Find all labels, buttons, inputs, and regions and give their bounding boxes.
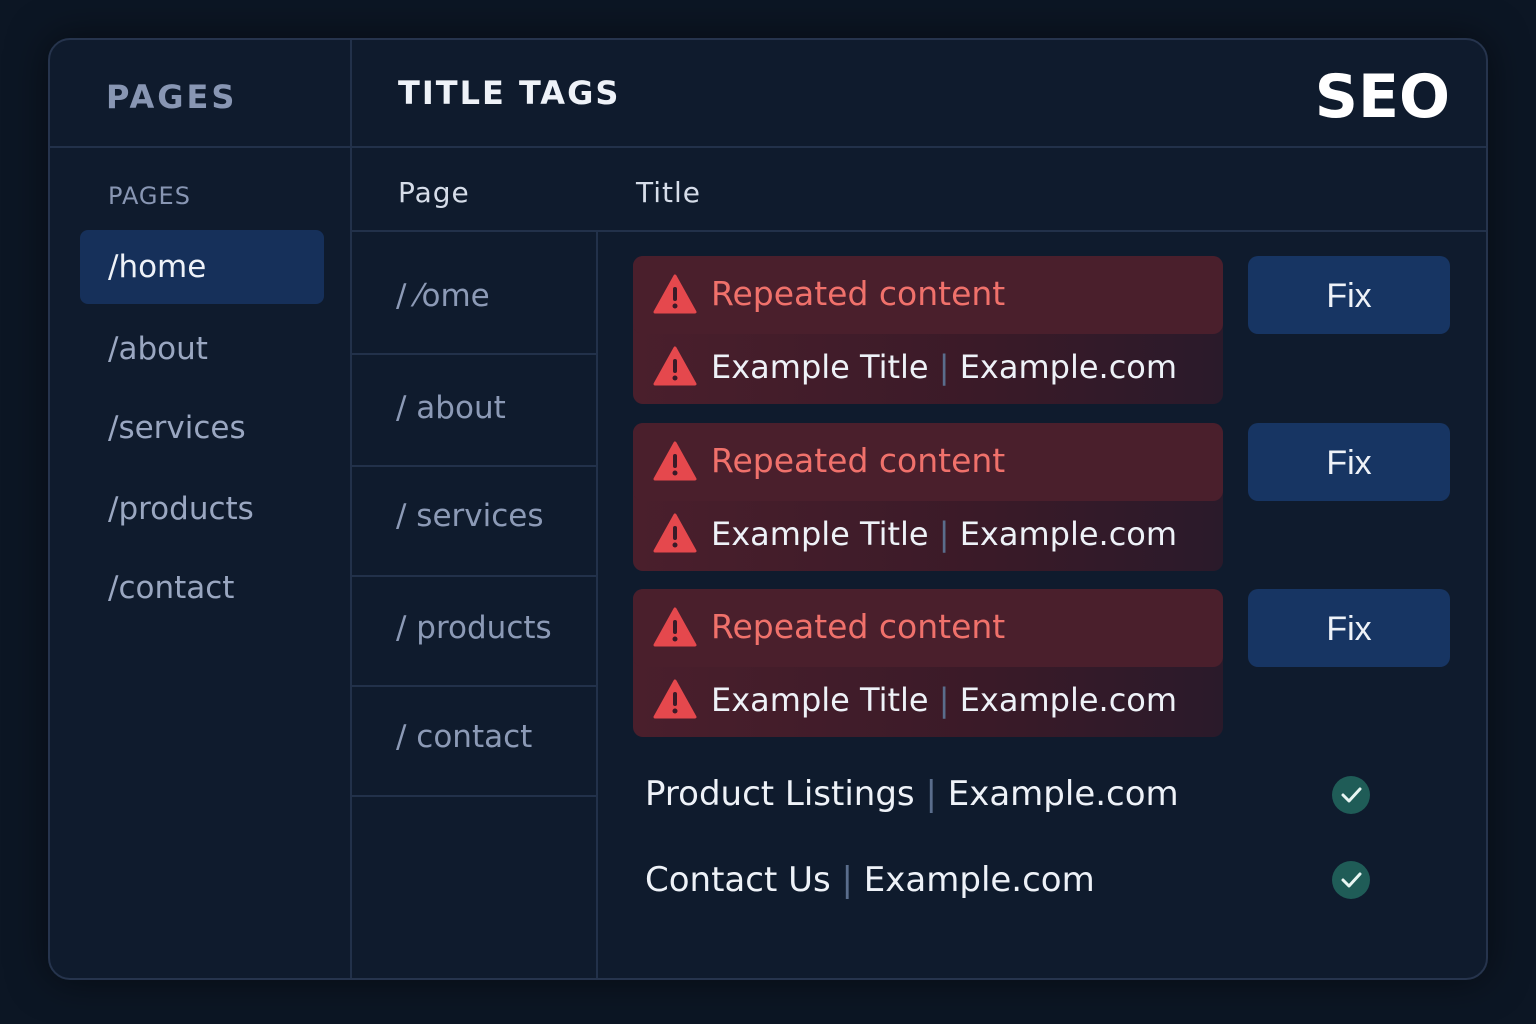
- site-text: Example.com: [959, 681, 1178, 719]
- sidebar-item-home[interactable]: /home: [80, 230, 324, 304]
- warning-triangle-icon: [653, 441, 697, 481]
- fix-button[interactable]: Fix: [1248, 423, 1450, 501]
- warning-triangle-icon: [653, 607, 697, 647]
- title-separator: |: [925, 774, 937, 814]
- page-row-divider: [352, 575, 596, 577]
- issue-title-tag: Example Title | Example.com: [711, 681, 1177, 719]
- seo-logo: SEO: [1314, 62, 1450, 132]
- sidebar-item-about[interactable]: /about: [80, 312, 324, 386]
- title-text: Product Listings: [645, 774, 915, 814]
- issue-label: Repeated content: [711, 607, 1006, 646]
- warning-triangle-icon: [653, 274, 697, 314]
- issue-card: Repeated content Example Title | Example…: [633, 589, 1223, 737]
- page-cell-about[interactable]: / about: [396, 390, 506, 426]
- page-row-divider: [352, 795, 596, 797]
- page-column-divider: [596, 232, 598, 978]
- title-separator: |: [938, 348, 950, 386]
- seo-window: PAGES PAGES /home /about /services /prod…: [48, 38, 1488, 980]
- title-separator: |: [841, 860, 853, 900]
- title-row-ok: Product Listings | Example.com: [645, 774, 1179, 814]
- page-row-divider: [352, 685, 596, 687]
- title-separator: |: [938, 681, 950, 719]
- page-row-divider: [352, 353, 596, 355]
- column-header-page: Page: [398, 176, 470, 209]
- title-text: Example Title: [711, 681, 929, 719]
- fix-button[interactable]: Fix: [1248, 256, 1450, 334]
- page-cell-services[interactable]: / services: [396, 498, 544, 534]
- title-separator: |: [938, 515, 950, 553]
- site-text: Example.com: [959, 348, 1178, 386]
- page-cell-products[interactable]: / products: [396, 610, 552, 646]
- page-row-divider: [352, 465, 596, 467]
- site-text: Example.com: [863, 860, 1095, 900]
- sidebar-item-services[interactable]: /services: [80, 391, 324, 465]
- page-title: TITLE TAGS: [398, 74, 621, 112]
- title-row-ok: Contact Us | Example.com: [645, 860, 1095, 900]
- page-cell-home[interactable]: / ⁄ome: [396, 278, 490, 314]
- title-text: Contact Us: [645, 860, 831, 900]
- issue-title-tag: Example Title | Example.com: [711, 348, 1177, 386]
- warning-triangle-icon: [653, 513, 697, 553]
- sidebar-item-products[interactable]: /products: [80, 472, 324, 546]
- title-text: Example Title: [711, 515, 929, 553]
- check-circle-icon: [1332, 776, 1370, 814]
- check-circle-icon: [1332, 861, 1370, 899]
- site-text: Example.com: [947, 774, 1179, 814]
- sidebar-subtitle: PAGES: [108, 182, 191, 210]
- sidebar-title: PAGES: [106, 78, 238, 116]
- sidebar-divider: [350, 40, 352, 978]
- warning-triangle-icon: [653, 679, 697, 719]
- issue-card: Repeated content Example Title | Example…: [633, 423, 1223, 571]
- fix-button[interactable]: Fix: [1248, 589, 1450, 667]
- header-divider: [50, 146, 1486, 148]
- issue-title-tag: Example Title | Example.com: [711, 515, 1177, 553]
- site-text: Example.com: [959, 515, 1178, 553]
- title-text: Example Title: [711, 348, 929, 386]
- issue-card: Repeated content Example Title | Example…: [633, 256, 1223, 404]
- sidebar-item-contact[interactable]: /contact: [80, 551, 324, 625]
- issue-label: Repeated content: [711, 274, 1006, 313]
- page-cell-contact[interactable]: / contact: [396, 719, 532, 755]
- column-header-divider: [352, 230, 1486, 232]
- column-header-title: Title: [636, 176, 702, 209]
- issue-label: Repeated content: [711, 441, 1006, 480]
- warning-triangle-icon: [653, 346, 697, 386]
